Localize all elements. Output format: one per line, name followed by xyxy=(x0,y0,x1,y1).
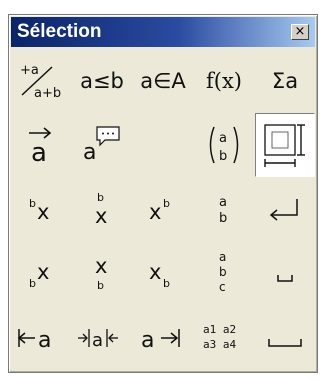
resize-box-icon xyxy=(264,124,305,167)
symbol-comment[interactable]: a xyxy=(72,113,132,177)
align-right-icon: a xyxy=(141,328,180,353)
svg-text:x: x xyxy=(149,260,161,284)
svg-text:b: b xyxy=(219,265,227,279)
align-center-icon: a xyxy=(78,329,118,351)
svg-text:c: c xyxy=(219,280,226,294)
close-icon: × xyxy=(294,24,306,39)
symbol-overscript[interactable]: b x xyxy=(72,177,132,241)
svg-text:a: a xyxy=(31,138,47,167)
symbol-element-of[interactable]: a∈A xyxy=(133,49,193,113)
symbol-fraction-plus[interactable]: +a a+b xyxy=(11,49,71,113)
symbol-grid: +a a+b a≤b a∈A f(x) Σa a a a b b x b x x… xyxy=(11,49,315,370)
overscript-icon: b x xyxy=(95,191,107,228)
svg-text:x: x xyxy=(95,204,107,228)
svg-text:x: x xyxy=(37,260,49,284)
symbol-matrix-selected[interactable] xyxy=(255,113,315,177)
symbol-small-space[interactable] xyxy=(255,241,315,305)
svg-text:b: b xyxy=(219,211,227,226)
svg-text:a1 a2: a1 a2 xyxy=(203,323,236,336)
stack-three-icon: a b c xyxy=(219,250,227,294)
left-superscript-icon: b x xyxy=(29,197,49,224)
symbol-newline[interactable] xyxy=(255,177,315,241)
svg-text:x: x xyxy=(37,200,49,224)
symbol-stack-two[interactable]: a b xyxy=(194,177,254,241)
window-title: Sélection xyxy=(17,21,102,42)
symbol-sum[interactable]: Σa xyxy=(255,49,315,113)
svg-text:x: x xyxy=(95,254,107,278)
vector-icon: a xyxy=(29,127,52,167)
svg-text:+a: +a xyxy=(20,63,39,78)
left-subscript-icon: b x xyxy=(29,260,49,290)
symbol-superscript[interactable]: x b xyxy=(133,177,193,241)
svg-text:b: b xyxy=(29,277,36,290)
svg-text:a: a xyxy=(83,140,96,165)
title-bar[interactable]: Sélection × xyxy=(11,17,315,47)
small-space-icon xyxy=(277,275,293,282)
element-of-label: a∈A xyxy=(140,69,186,93)
stack-two-icon: a b xyxy=(219,195,227,226)
less-equal-label: a≤b xyxy=(80,69,124,93)
newline-arrow-icon xyxy=(269,199,298,221)
selection-window: Sélection × +a a+b a≤b a∈A f(x) Σa a a a… xyxy=(8,14,318,373)
superscript-icon: x b xyxy=(149,197,170,224)
symbol-binomial[interactable]: a b xyxy=(194,113,254,177)
function-label: f(x) xyxy=(205,69,242,93)
sum-label: Σa xyxy=(271,69,299,93)
symbol-left-subscript[interactable]: b x xyxy=(11,241,71,305)
svg-text:a: a xyxy=(92,330,103,351)
symbol-align-center[interactable]: a xyxy=(72,305,132,369)
subscript-icon: x b xyxy=(149,260,170,290)
align-left-icon: a xyxy=(17,328,51,353)
space-icon xyxy=(268,339,302,347)
symbol-matrix[interactable]: a1 a2 a3 a4 xyxy=(194,305,254,369)
svg-text:b: b xyxy=(163,197,170,210)
symbol-underscript[interactable]: x b xyxy=(72,241,132,305)
symbol-align-left[interactable]: a xyxy=(11,305,71,369)
svg-text:b: b xyxy=(163,277,170,290)
svg-text:b: b xyxy=(97,279,104,292)
symbol-stack-three[interactable]: a b c xyxy=(194,241,254,305)
svg-text:a: a xyxy=(219,250,226,264)
matrix-icon: a1 a2 a3 a4 xyxy=(203,323,236,351)
symbol-align-right[interactable]: a xyxy=(133,305,193,369)
symbol-space[interactable] xyxy=(255,305,315,369)
close-button[interactable]: × xyxy=(291,24,309,40)
svg-text:b: b xyxy=(97,191,104,204)
symbol-vector[interactable]: a xyxy=(11,113,71,177)
underscript-icon: x b xyxy=(95,254,107,292)
svg-text:x: x xyxy=(149,200,161,224)
svg-text:b: b xyxy=(219,149,227,164)
symbol-function[interactable]: f(x) xyxy=(194,49,254,113)
svg-text:a+b: a+b xyxy=(34,86,61,101)
svg-text:a: a xyxy=(219,131,227,146)
background-strip xyxy=(0,0,325,14)
svg-text:a: a xyxy=(38,328,51,353)
symbol-less-equal[interactable]: a≤b xyxy=(72,49,132,113)
symbol-left-superscript[interactable]: b x xyxy=(11,177,71,241)
svg-text:a: a xyxy=(141,328,154,353)
svg-text:a: a xyxy=(219,195,227,210)
symbol-subscript[interactable]: x b xyxy=(133,241,193,305)
fraction-plus-icon: +a a+b xyxy=(20,63,61,101)
binomial-icon: a b xyxy=(209,126,239,164)
comment-icon: a xyxy=(83,126,120,165)
svg-text:a3 a4: a3 a4 xyxy=(203,338,236,351)
svg-text:b: b xyxy=(29,197,36,210)
